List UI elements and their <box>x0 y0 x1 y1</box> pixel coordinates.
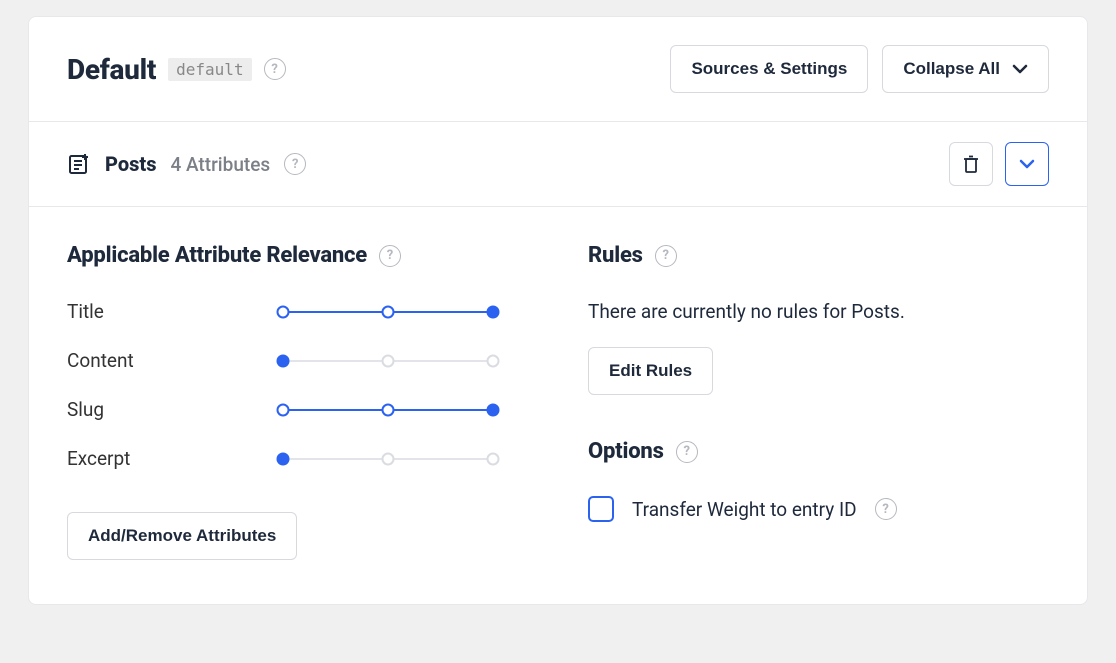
delete-button[interactable] <box>949 142 993 186</box>
slider-dot[interactable] <box>382 403 395 416</box>
slider-dot[interactable] <box>277 452 290 465</box>
relevance-slider[interactable] <box>283 403 493 417</box>
sources-settings-button[interactable]: Sources & Settings <box>670 45 868 93</box>
relevance-slider[interactable] <box>283 354 493 368</box>
slider-dot[interactable] <box>382 354 395 367</box>
attribute-row: Slug <box>67 398 528 421</box>
add-remove-attributes-button[interactable]: Add/Remove Attributes <box>67 512 297 560</box>
button-label: Add/Remove Attributes <box>88 526 276 546</box>
slider-dot[interactable] <box>382 305 395 318</box>
collapse-all-button[interactable]: Collapse All <box>882 45 1049 93</box>
rules-empty-text: There are currently no rules for Posts. <box>588 300 1049 323</box>
rules-heading: Rules <box>588 243 643 268</box>
relevance-slider[interactable] <box>283 305 493 319</box>
attribute-count: 4 Attributes <box>170 153 270 176</box>
section-header-left: Posts 4 Attributes ? <box>67 152 306 176</box>
header-actions: Sources & Settings Collapse All <box>670 45 1049 93</box>
relevance-column: Applicable Attribute Relevance ? Title Co… <box>67 243 528 560</box>
relevance-slider[interactable] <box>283 452 493 466</box>
posts-icon <box>67 152 91 176</box>
help-icon[interactable]: ? <box>676 441 698 463</box>
section-header: Posts 4 Attributes ? <box>29 122 1087 206</box>
slider-dot[interactable] <box>277 305 290 318</box>
help-icon[interactable]: ? <box>655 245 677 267</box>
rules-heading-row: Rules ? <box>588 243 1049 268</box>
help-icon[interactable]: ? <box>284 153 306 175</box>
slider-dot[interactable] <box>382 452 395 465</box>
section-body: Applicable Attribute Relevance ? Title Co… <box>29 207 1087 604</box>
button-label: Edit Rules <box>609 361 692 381</box>
options-heading: Options <box>588 439 664 464</box>
attribute-label: Excerpt <box>67 447 267 470</box>
button-label: Sources & Settings <box>691 59 847 79</box>
attribute-row: Excerpt <box>67 447 528 470</box>
transfer-weight-row: Transfer Weight to entry ID ? <box>588 496 1049 522</box>
section-title: Posts <box>105 152 156 176</box>
help-icon[interactable]: ? <box>264 58 286 80</box>
engine-slug-tag: default <box>168 58 251 81</box>
slider-dot[interactable] <box>487 403 500 416</box>
engine-title: Default <box>67 53 156 86</box>
collapse-section-button[interactable] <box>1005 142 1049 186</box>
transfer-weight-checkbox[interactable] <box>588 496 614 522</box>
attribute-label: Title <box>67 300 267 323</box>
edit-rules-button[interactable]: Edit Rules <box>588 347 713 395</box>
attribute-row: Title <box>67 300 528 323</box>
section-header-right <box>949 142 1049 186</box>
slider-dot[interactable] <box>487 452 500 465</box>
relevance-heading: Applicable Attribute Relevance <box>67 243 367 268</box>
attribute-label: Slug <box>67 398 267 421</box>
chevron-down-icon <box>1019 159 1035 169</box>
attribute-list: Title Content Slug Excerpt <box>67 300 528 470</box>
transfer-weight-label: Transfer Weight to entry ID <box>632 498 857 521</box>
card-header: Default default ? Sources & Settings Col… <box>29 17 1087 121</box>
relevance-heading-row: Applicable Attribute Relevance ? <box>67 243 528 268</box>
slider-dot[interactable] <box>277 354 290 367</box>
slider-dot[interactable] <box>487 305 500 318</box>
slider-dot[interactable] <box>487 354 500 367</box>
title-group: Default default ? <box>67 53 286 86</box>
engine-card: Default default ? Sources & Settings Col… <box>28 16 1088 605</box>
options-heading-row: Options ? <box>588 439 1049 464</box>
slider-dot[interactable] <box>277 403 290 416</box>
rules-column: Rules ? There are currently no rules for… <box>588 243 1049 560</box>
help-icon[interactable]: ? <box>379 245 401 267</box>
attribute-label: Content <box>67 349 267 372</box>
trash-icon <box>962 154 980 174</box>
help-icon[interactable]: ? <box>875 498 897 520</box>
button-label: Collapse All <box>903 59 1000 79</box>
attribute-row: Content <box>67 349 528 372</box>
chevron-down-icon <box>1012 64 1028 74</box>
